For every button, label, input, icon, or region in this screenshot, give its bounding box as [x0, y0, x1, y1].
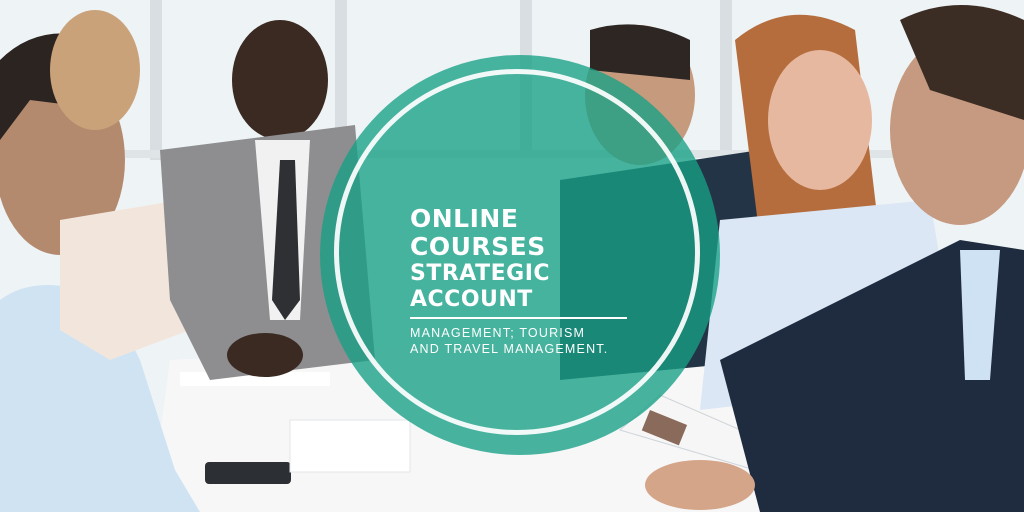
badge-subtitle-line1: MANAGEMENT; TOURISM [410, 326, 586, 340]
badge-title-line1: ONLINE COURSES [410, 204, 546, 261]
badge-text: ONLINE COURSES STRATEGIC ACCOUNT MANAGEM… [410, 205, 640, 357]
badge-subtitle-line2: AND TRAVEL MANAGEMENT. [410, 342, 609, 356]
promo-banner: ONLINE COURSES STRATEGIC ACCOUNT MANAGEM… [0, 0, 1024, 512]
phone [205, 462, 291, 484]
badge-title-line2: STRATEGIC ACCOUNT [410, 261, 551, 312]
badge-divider [410, 317, 627, 319]
window-frame [150, 0, 162, 160]
